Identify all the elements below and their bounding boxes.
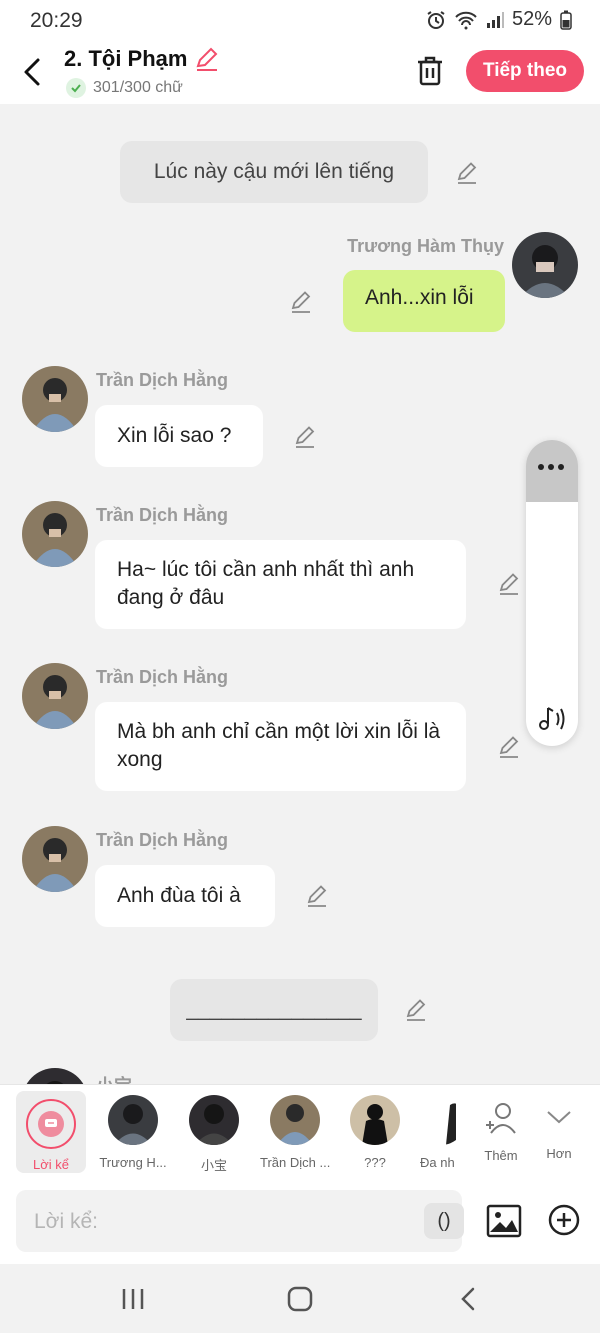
- app-bar: 2. Tội Phạm 301/300 chữ Tiếp theo: [0, 42, 600, 104]
- message-bubble[interactable]: Anh đùa tôi à: [95, 865, 275, 927]
- char-count-text: 301/300 chữ: [93, 79, 183, 96]
- edit-icon[interactable]: [496, 571, 522, 597]
- edit-icon[interactable]: [304, 883, 330, 909]
- avatar[interactable]: [512, 232, 578, 298]
- avatar: [416, 1095, 456, 1145]
- character-item[interactable]: ???: [340, 1093, 410, 1170]
- more-dots-icon: [538, 464, 564, 470]
- battery-icon: [560, 10, 572, 30]
- character-label: Trương H...: [99, 1155, 167, 1170]
- sender-name: Trần Dịch Hằng: [96, 830, 229, 850]
- avatar[interactable]: [22, 366, 88, 432]
- sender-name: 小宝: [96, 1072, 132, 1084]
- back-arrow-icon[interactable]: [18, 52, 48, 92]
- avatar[interactable]: [22, 501, 88, 567]
- chevron-down-icon: [547, 1111, 571, 1124]
- sender-name: Trần Dịch Hằng: [96, 667, 229, 687]
- floating-tool-panel[interactable]: [526, 440, 578, 746]
- character-item[interactable]: 小宝: [179, 1093, 249, 1174]
- edit-icon[interactable]: [454, 160, 480, 186]
- more-characters-button[interactable]: Hơn: [524, 1093, 594, 1161]
- more-button[interactable]: [526, 440, 578, 502]
- narration-bubble[interactable]: Lúc này cậu mới lên tiếng: [120, 141, 428, 203]
- character-label: 小宝: [200, 1158, 227, 1173]
- character-label: Trần Dịch ...: [260, 1155, 330, 1170]
- message-bubble[interactable]: Xin lỗi sao ?: [95, 405, 263, 467]
- character-label: Hơn: [546, 1146, 572, 1161]
- check-icon: [66, 78, 86, 98]
- edit-icon[interactable]: [403, 997, 429, 1023]
- voice-sound-icon[interactable]: [536, 704, 570, 734]
- avatar[interactable]: [22, 826, 88, 892]
- character-label: Đa nh: [420, 1155, 455, 1170]
- system-nav-bar: [0, 1264, 600, 1333]
- signal-icon: [486, 11, 504, 28]
- sender-name: Trương Hàm Thụy: [347, 236, 504, 256]
- sender-name: Trần Dịch Hằng: [96, 505, 229, 525]
- avatar: [350, 1095, 400, 1145]
- status-icons: 52%: [426, 8, 572, 31]
- back-icon[interactable]: [456, 1286, 482, 1312]
- plus-circle-icon[interactable]: [548, 1204, 580, 1236]
- edit-icon[interactable]: [288, 289, 314, 315]
- avatar: [108, 1095, 158, 1145]
- character-label: Lời kể: [33, 1157, 69, 1172]
- status-bar: 20:29 52%: [0, 0, 600, 42]
- char-count: 301/300 chữ: [66, 78, 183, 98]
- next-button[interactable]: Tiếp theo: [466, 50, 584, 92]
- recent-apps-icon[interactable]: [120, 1286, 146, 1312]
- message-field[interactable]: (): [16, 1190, 464, 1254]
- wifi-icon: [455, 11, 477, 29]
- message-bubble[interactable]: Ha~ lúc tôi cần anh nhất thì anh đang ở …: [95, 540, 466, 629]
- character-selector: Lời kể Trương H... 小宝 Trần Dịch ... ??? …: [0, 1084, 600, 1181]
- input-bar: (): [0, 1180, 600, 1264]
- character-label: ???: [364, 1155, 386, 1170]
- page-title: 2. Tội Phạm: [64, 46, 219, 72]
- trash-icon[interactable]: [414, 54, 446, 88]
- narration-bubble[interactable]: _______________: [170, 979, 378, 1041]
- parentheses-button[interactable]: (): [424, 1203, 464, 1239]
- character-item[interactable]: Đa nh: [412, 1093, 456, 1170]
- message-input[interactable]: [16, 1190, 416, 1254]
- edit-icon[interactable]: [292, 424, 318, 450]
- edit-title-icon[interactable]: [193, 46, 219, 72]
- message-bubble[interactable]: Mà bh anh chỉ cần một lời xin lỗi là xon…: [95, 702, 466, 791]
- home-icon[interactable]: [287, 1286, 313, 1312]
- edit-icon[interactable]: [496, 734, 522, 760]
- page-title-text: 2. Tội Phạm: [64, 46, 188, 71]
- chat-area[interactable]: Lúc này cậu mới lên tiếng Trương Hàm Thụ…: [0, 104, 600, 1084]
- character-item[interactable]: Trần Dịch ...: [260, 1093, 330, 1170]
- narration-circle: [26, 1099, 76, 1149]
- sender-name: Trần Dịch Hằng: [96, 370, 229, 390]
- narration-character-button[interactable]: Lời kể: [16, 1091, 86, 1173]
- avatar: [189, 1095, 239, 1145]
- alarm-icon: [427, 10, 445, 29]
- status-time: 20:29: [30, 9, 83, 32]
- message-bubble[interactable]: Anh...xin lỗi: [343, 270, 505, 332]
- add-person-icon: [486, 1103, 516, 1134]
- character-item[interactable]: Trương H...: [98, 1093, 168, 1170]
- avatar[interactable]: [22, 1068, 88, 1084]
- image-icon[interactable]: [486, 1204, 522, 1238]
- chat-bubble-icon: [38, 1111, 64, 1137]
- battery-percent: 52%: [511, 8, 552, 30]
- avatar[interactable]: [22, 663, 88, 729]
- avatar: [270, 1095, 320, 1145]
